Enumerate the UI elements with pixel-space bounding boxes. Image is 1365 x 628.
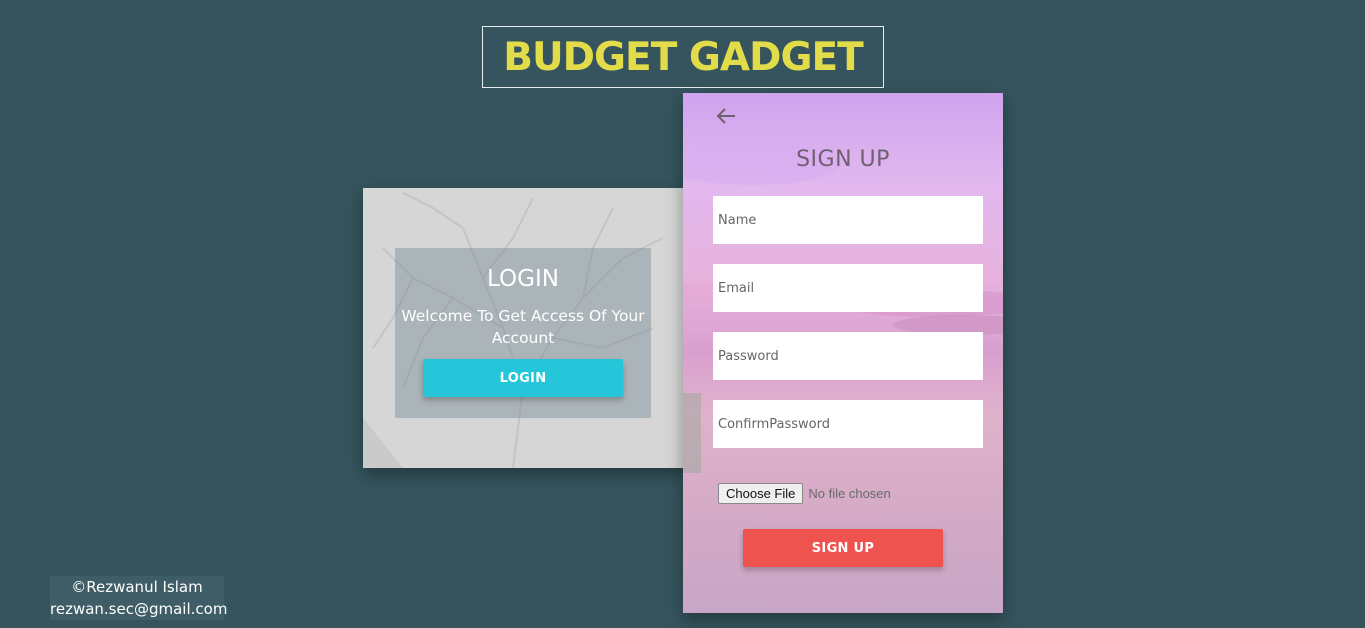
name-input[interactable] xyxy=(713,196,983,244)
app-title-box: BUDGET GADGET xyxy=(482,26,884,88)
arrow-left-icon[interactable] xyxy=(715,107,737,125)
email-input[interactable] xyxy=(713,264,983,312)
login-welcome-text: Welcome To Get Access Of Your Account xyxy=(401,307,645,347)
password-input[interactable] xyxy=(713,332,983,380)
signup-button[interactable]: SIGN UP xyxy=(743,529,943,567)
login-heading: LOGIN xyxy=(487,266,559,292)
footer-email: rezwan.sec@gmail.com xyxy=(50,600,228,618)
choose-file-button[interactable]: Choose File xyxy=(718,483,804,504)
confirm-password-input[interactable] xyxy=(713,400,983,448)
login-button[interactable]: LOGIN xyxy=(423,359,623,397)
footer-author: ©Rezwanul Islam xyxy=(71,578,203,596)
file-status-text: No file chosen xyxy=(808,486,891,501)
app-title: BUDGET GADGET xyxy=(503,34,863,80)
footer-credit: ©Rezwanul Islam rezwan.sec@gmail.com xyxy=(50,576,228,620)
login-overlay-card: LOGIN Welcome To Get Access Of Your Acco… xyxy=(395,248,651,418)
signup-heading: SIGN UP xyxy=(796,147,890,172)
login-panel: LOGIN Welcome To Get Access Of Your Acco… xyxy=(363,188,685,468)
signup-panel: SIGN UP Choose File No file chosen SIGN … xyxy=(683,93,1003,613)
file-upload-row: Choose File No file chosen xyxy=(718,483,891,504)
